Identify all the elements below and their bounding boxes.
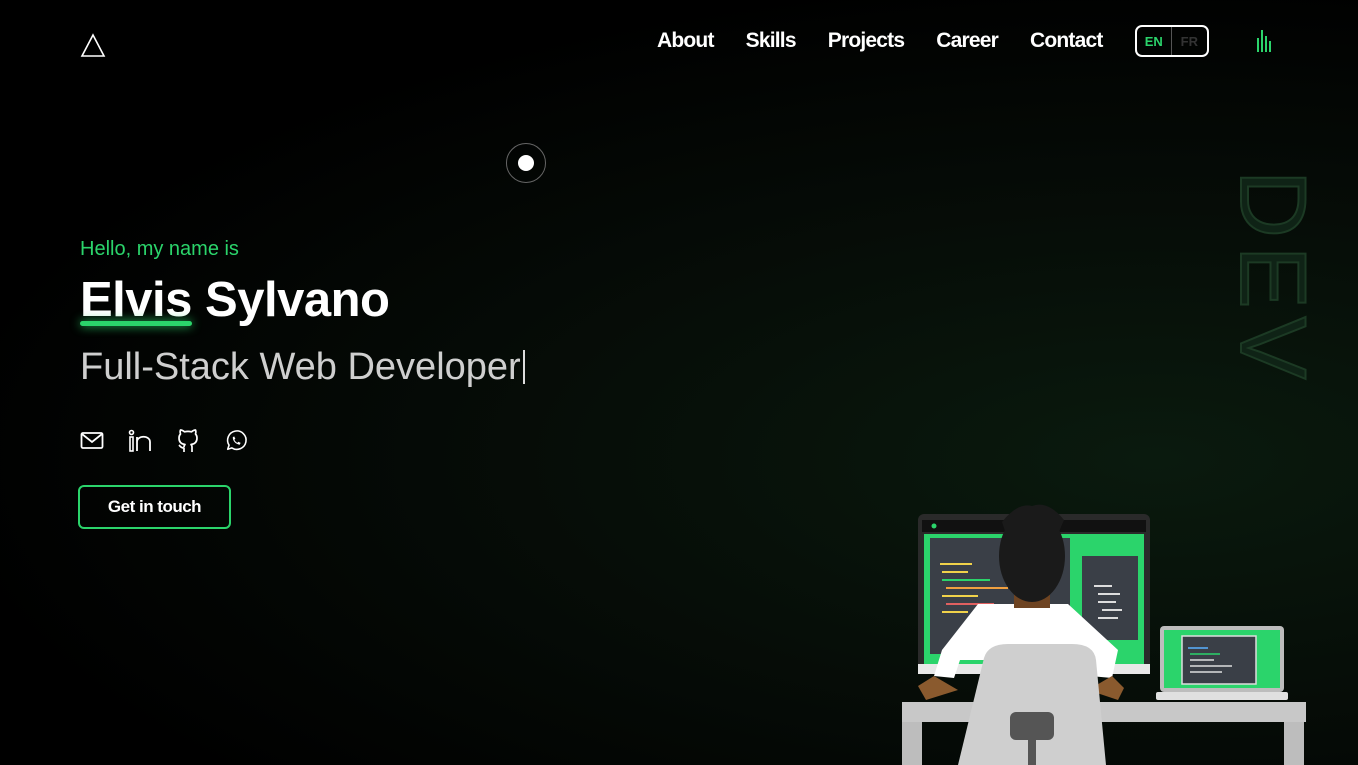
nav-link-about[interactable]: About (657, 29, 714, 53)
hero-role-text: Full-Stack Web Developer (80, 346, 521, 388)
hero-greeting: Hello, my name is (80, 238, 239, 260)
hero-last-name: Sylvano (205, 273, 390, 327)
mail-icon[interactable] (80, 428, 104, 454)
whatsapp-icon[interactable] (224, 428, 248, 454)
nav-link-contact[interactable]: Contact (1030, 29, 1103, 53)
lang-en-button[interactable]: EN (1137, 27, 1173, 55)
get-in-touch-button[interactable]: Get in touch (78, 485, 231, 529)
logo-icon[interactable] (80, 33, 106, 59)
nav-link-projects[interactable]: Projects (828, 29, 905, 53)
typing-caret (522, 350, 525, 384)
github-icon[interactable] (176, 428, 200, 454)
linkedin-icon[interactable] (128, 428, 152, 454)
nav-link-skills[interactable]: Skills (746, 29, 797, 53)
language-switcher: EN FR (1134, 25, 1209, 57)
vertical-dev-text: DEV (1220, 169, 1327, 388)
hero-first-name: Elvis (80, 273, 192, 327)
main-nav: About Skills Projects Career Contact EN … (657, 25, 1273, 57)
lang-fr-button[interactable]: FR (1172, 27, 1207, 55)
developer-illustration (902, 504, 1306, 765)
sound-toggle-icon[interactable] (1255, 28, 1273, 54)
nav-link-career[interactable]: Career (936, 29, 999, 53)
social-links (80, 428, 272, 454)
hero-name: Elvis Sylvano (80, 272, 390, 328)
custom-cursor (506, 143, 546, 183)
hero-role: Full-Stack Web Developer (80, 346, 525, 389)
